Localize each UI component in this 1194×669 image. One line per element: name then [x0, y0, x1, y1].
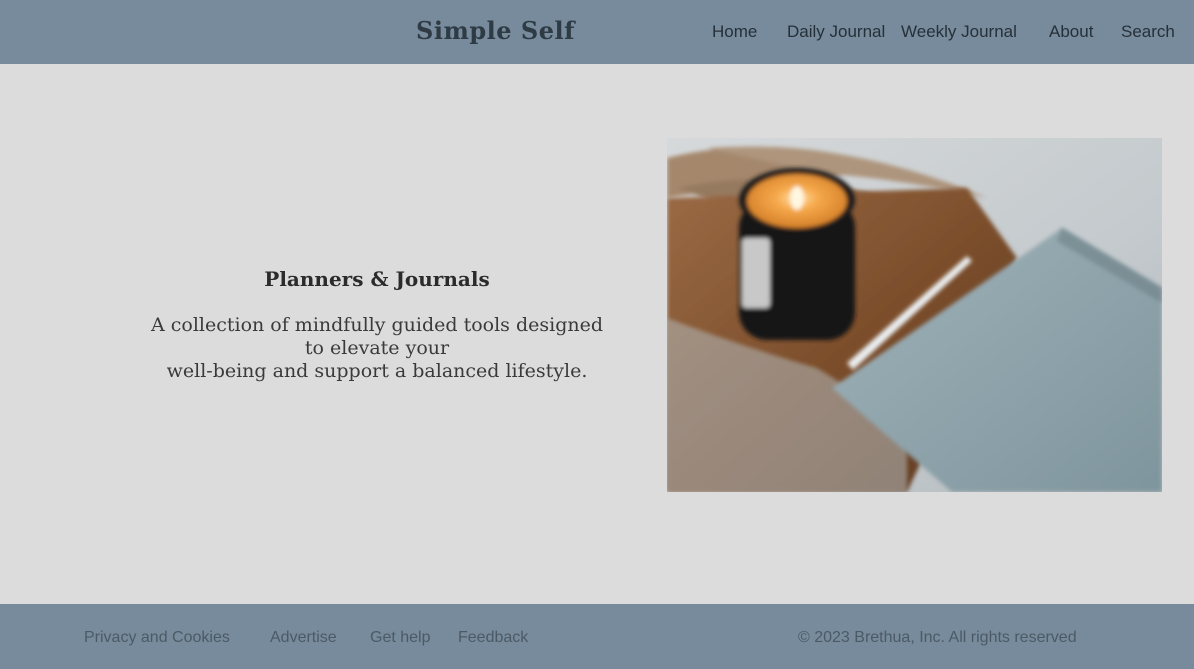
nav-daily-journal[interactable]: Daily Journal [787, 22, 885, 42]
hero-description: A collection of mindfully guided tools d… [150, 314, 604, 383]
footer-link-advertise[interactable]: Advertise [270, 629, 337, 647]
site-header: Simple Self Home Daily Journal Weekly Jo… [0, 0, 1194, 64]
nav-about[interactable]: About [1049, 22, 1093, 42]
hero-image [667, 138, 1162, 492]
hero-description-line: well-being and support a balanced lifest… [166, 360, 588, 382]
nav-search[interactable]: Search [1121, 22, 1175, 42]
footer-link-feedback[interactable]: Feedback [458, 629, 528, 647]
hero-title: Planners & Journals [264, 267, 490, 291]
nav-home[interactable]: Home [712, 22, 757, 42]
hero-description-line: A collection of mindfully guided tools d… [150, 314, 603, 336]
hero-section: Planners & Journals A collection of mind… [0, 64, 1194, 604]
nav-weekly-journal[interactable]: Weekly Journal [901, 22, 1017, 42]
brand-logo[interactable]: Simple Self [416, 16, 575, 45]
footer-link-privacy[interactable]: Privacy and Cookies [84, 629, 230, 647]
candle-journal-illustration [667, 138, 1162, 492]
hero-description-line: to elevate your [304, 337, 450, 359]
footer-link-get-help[interactable]: Get help [370, 629, 430, 647]
copyright-notice: © 2023 Brethua, Inc. All rights reserved [798, 629, 1077, 646]
site-footer: Privacy and Cookies Advertise Get help F… [0, 604, 1194, 669]
